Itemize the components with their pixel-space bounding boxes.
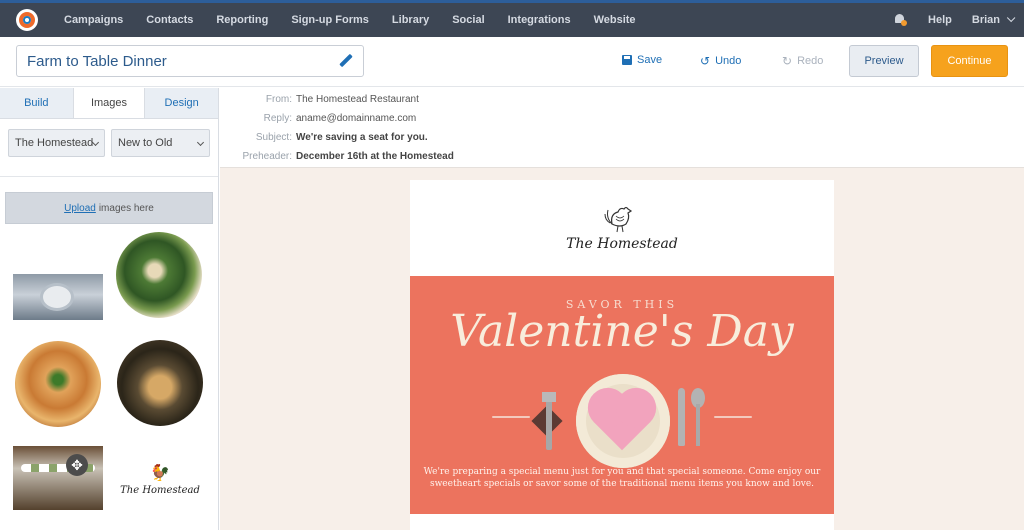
hero-body-text: We're preparing a special menu just for … xyxy=(423,467,821,489)
image-thumb-salad[interactable] xyxy=(116,232,202,318)
nav-item-social[interactable]: Social xyxy=(452,14,484,26)
preview-button[interactable]: Preview xyxy=(849,45,919,77)
email-editor: From: The Homestead Restaurant Reply: an… xyxy=(220,88,1024,530)
nav-item-campaigns[interactable]: Campaigns xyxy=(64,14,123,26)
email-canvas[interactable]: The Homestead SAVOR THIS Valentine's Day… xyxy=(410,180,834,530)
sort-select[interactable]: New to Old xyxy=(111,129,210,157)
upload-link[interactable]: Upload xyxy=(64,203,96,214)
plate-icon xyxy=(576,374,670,468)
nav-menu: Campaigns Contacts Reporting Sign-up For… xyxy=(64,14,659,26)
upload-dropzone[interactable]: Upload images here xyxy=(5,192,213,224)
subject-label: Subject: xyxy=(255,132,292,143)
image-filters: The Homestead New to Old xyxy=(0,119,218,177)
notification-bell-icon[interactable] xyxy=(894,14,908,26)
nav-item-integrations[interactable]: Integrations xyxy=(508,14,571,26)
email-hero-block[interactable]: SAVOR THIS Valentine's Day We're prepari… xyxy=(410,276,834,514)
subject-row[interactable]: Subject: We're saving a seat for you. xyxy=(220,132,428,143)
nav-item-reporting[interactable]: Reporting xyxy=(216,14,268,26)
preheader-value: December 16th at the Homestead xyxy=(296,151,454,162)
redo-icon: ↻ xyxy=(782,54,793,68)
folder-select[interactable]: The Homestead xyxy=(8,129,105,157)
email-headers: From: The Homestead Restaurant Reply: an… xyxy=(220,88,1024,168)
nav-item-signup-forms[interactable]: Sign-up Forms xyxy=(291,14,369,26)
nav-right: Help Brian xyxy=(894,13,1016,26)
image-thumb-drink[interactable] xyxy=(117,340,203,426)
left-panel: Build Images Design The Homestead New to… xyxy=(0,88,219,530)
continue-button[interactable]: Continue xyxy=(931,45,1008,77)
save-label: Save xyxy=(637,54,663,66)
tab-build[interactable]: Build xyxy=(0,88,73,118)
sort-select-value: New to Old xyxy=(118,137,173,149)
chevron-down-icon xyxy=(196,138,205,147)
image-thumb-pasta[interactable] xyxy=(15,341,101,427)
hero-headline: Valentine's Day xyxy=(450,306,794,357)
action-bar: Farm to Table Dinner Save ↺ Undo ↻ Redo … xyxy=(0,37,1024,87)
campaign-name-field[interactable]: Farm to Table Dinner xyxy=(16,45,364,77)
nav-item-library[interactable]: Library xyxy=(392,14,429,26)
rooster-icon xyxy=(604,206,633,233)
move-icon[interactable]: ✥ xyxy=(66,454,88,476)
swirl-left-decoration xyxy=(492,416,530,418)
save-button[interactable]: Save xyxy=(622,54,662,66)
chevron-down-icon xyxy=(1006,13,1016,23)
reply-value: aname@domainname.com xyxy=(296,113,417,124)
upload-text: images here xyxy=(98,202,154,214)
nav-item-website[interactable]: Website xyxy=(594,14,636,26)
from-value: The Homestead Restaurant xyxy=(296,94,419,105)
tab-images[interactable]: Images xyxy=(72,88,146,118)
redo-label: Redo xyxy=(797,55,824,67)
thumb-logo-text: The Homestead xyxy=(120,485,200,496)
from-row[interactable]: From: The Homestead Restaurant xyxy=(220,94,419,105)
email-brand-name: The Homestead xyxy=(566,236,678,252)
campaign-name-text: Farm to Table Dinner xyxy=(27,52,167,70)
nav-item-contacts[interactable]: Contacts xyxy=(146,14,193,26)
help-link[interactable]: Help xyxy=(928,14,952,26)
user-name: Brian xyxy=(971,14,1000,26)
knife-icon xyxy=(678,388,685,446)
save-icon xyxy=(622,55,632,65)
undo-icon: ↺ xyxy=(700,54,711,68)
fork-icon xyxy=(542,392,556,450)
app-logo-icon[interactable] xyxy=(16,9,38,31)
swirl-right-decoration xyxy=(714,416,752,418)
image-thumb-logo[interactable]: 🐓 The Homestead xyxy=(120,463,200,513)
preheader-label: Preheader: xyxy=(242,151,292,162)
image-thumb-dinner-table[interactable]: ✥ xyxy=(13,446,103,510)
reply-label: Reply: xyxy=(263,113,292,124)
panel-tabs: Build Images Design xyxy=(0,88,218,119)
from-label: From: xyxy=(265,94,292,105)
tab-design[interactable]: Design xyxy=(145,88,218,118)
top-nav: Campaigns Contacts Reporting Sign-up For… xyxy=(0,0,1024,37)
image-thumb-table-setting[interactable] xyxy=(13,274,103,320)
heart-icon xyxy=(593,393,651,451)
rooster-icon: 🐓 xyxy=(150,465,170,482)
user-menu[interactable]: Brian xyxy=(971,13,1016,26)
undo-button[interactable]: ↺ Undo xyxy=(700,54,741,68)
preheader-row[interactable]: Preheader: December 16th at the Homestea… xyxy=(220,151,454,162)
redo-button[interactable]: ↻ Redo xyxy=(782,54,823,68)
folder-select-value: The Homestead xyxy=(15,137,94,149)
email-brand-block[interactable]: The Homestead xyxy=(410,180,834,276)
spoon-icon xyxy=(691,388,705,446)
pencil-icon[interactable] xyxy=(339,54,353,68)
subject-value: We're saving a seat for you. xyxy=(296,132,428,143)
undo-label: Undo xyxy=(715,55,742,67)
reply-row[interactable]: Reply: aname@domainname.com xyxy=(220,113,417,124)
